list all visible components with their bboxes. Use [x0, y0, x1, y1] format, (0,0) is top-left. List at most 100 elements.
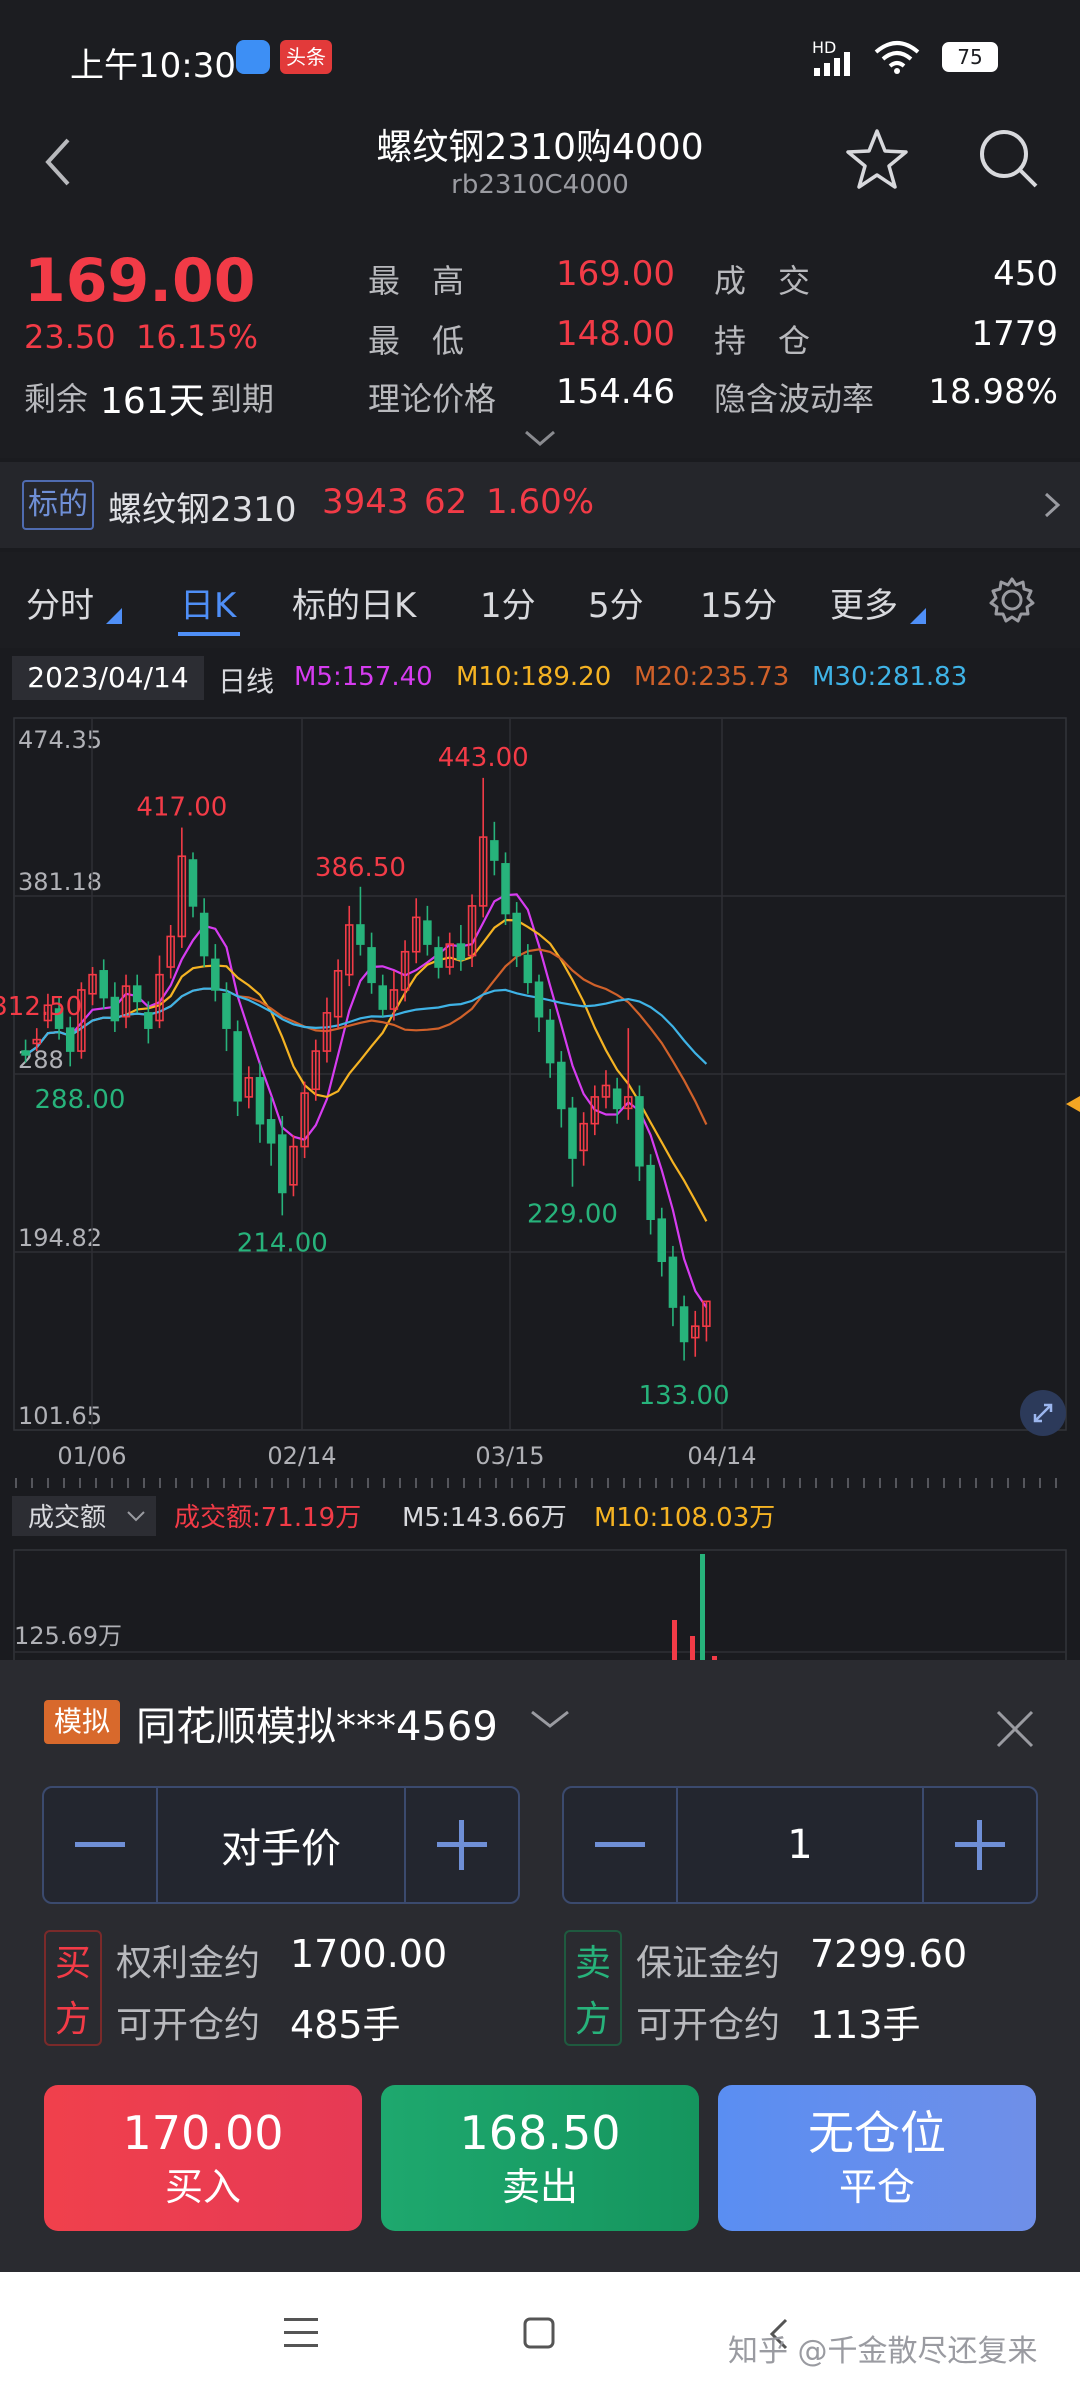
candle-body	[679, 1306, 689, 1343]
candle-body	[21, 1050, 30, 1056]
candle-body	[233, 1031, 242, 1102]
sell-tag-char-1: 卖	[574, 1943, 611, 1984]
volume-m10-label: M10:108.03万	[594, 1503, 775, 1533]
gear-icon[interactable]	[988, 576, 1036, 624]
price-change: 23.50	[24, 318, 116, 356]
expand-chevron-icon[interactable]	[522, 426, 558, 450]
tab-underlying-daily-k[interactable]: 标的日K	[292, 578, 416, 627]
search-icon[interactable]	[976, 126, 1042, 192]
tab-1min[interactable]: 1分	[480, 578, 536, 627]
iv-value: 18.98%	[928, 372, 1058, 412]
fullscreen-button[interactable]	[1020, 1390, 1066, 1436]
quantity-plus-button[interactable]	[922, 1788, 1036, 1902]
sell-price: 168.50	[459, 2106, 621, 2160]
close-position-button[interactable]: 无仓位 平仓	[718, 2085, 1036, 2231]
candle-body	[423, 920, 432, 945]
price-plus-button[interactable]	[404, 1788, 518, 1902]
tab-15min[interactable]: 15分	[700, 578, 777, 627]
candle-body	[512, 912, 521, 957]
account-name[interactable]: 同花顺模拟***4569	[136, 1694, 498, 1752]
volume-bar	[690, 1636, 695, 1660]
page-title: 螺纹钢2310购4000	[376, 127, 704, 168]
candle-body	[188, 859, 198, 907]
underlying-tag: 标的	[22, 480, 94, 530]
ma5-label: M5:157.40	[294, 662, 433, 692]
chart-date: 2023/04/14	[12, 656, 204, 700]
quote-panel: 169.00 23.50 16.15% 剩余 161天 到期 最 高 169.0…	[0, 228, 1080, 458]
kline-chart[interactable]: 474.35381.18288194.82101.6501/06 02/14 03/…	[0, 706, 1080, 1660]
current-price-marker	[1066, 1096, 1080, 1112]
candle-body	[668, 1256, 678, 1308]
y-tick-label: 194.82	[18, 1224, 102, 1252]
simulation-tag: 模拟	[44, 1700, 120, 1744]
candle-body	[132, 985, 142, 1003]
toutiao-badge: 头条	[280, 40, 332, 74]
kline-chart-area: 2023/04/14 日线 M5:157.40 M10:189.20 M20:2…	[0, 650, 1080, 1660]
top-bar: 螺纹钢2310购4000 rb2310C4000	[0, 118, 1080, 228]
candle-body	[65, 1027, 75, 1052]
account-dropdown-icon[interactable]	[528, 1706, 572, 1732]
premium-value: 1700.00	[290, 1932, 448, 1976]
volume-label: 成交额	[28, 1503, 106, 1533]
price-minus-button[interactable]	[44, 1788, 158, 1902]
signal-icon	[814, 52, 850, 76]
candle-body	[99, 970, 108, 999]
volume-value: 450	[993, 254, 1058, 294]
oi-value: 1779	[971, 314, 1058, 354]
underlying-change: 62	[424, 482, 468, 522]
underlying-row[interactable]: 标的 螺纹钢2310 3943 62 1.60%	[0, 462, 1080, 548]
price-annotation: 229.00	[527, 1200, 618, 1230]
underlying-name: 螺纹钢2310	[108, 490, 297, 530]
app-icon	[236, 40, 270, 74]
x-tick-label: 04/14	[687, 1442, 756, 1470]
price-mode[interactable]: 对手价	[158, 1788, 404, 1902]
candle-body	[255, 1077, 265, 1125]
buy-button[interactable]: 170.00 买入	[44, 2085, 362, 2231]
candle-body	[501, 863, 510, 915]
menu-icon[interactable]	[284, 2316, 324, 2352]
buy-side-tag: 买 方	[44, 1930, 102, 2046]
sell-tag-char-2: 方	[574, 1999, 611, 2040]
price-annotation: 443.00	[438, 743, 529, 773]
tab-5min[interactable]: 5分	[588, 578, 644, 627]
tab-more[interactable]: 更多	[830, 578, 898, 627]
price-annotation: 214.00	[237, 1228, 328, 1258]
star-icon[interactable]	[844, 126, 910, 192]
low-label: 最 低	[368, 322, 465, 360]
close-icon[interactable]	[992, 1706, 1038, 1752]
high-label: 最 高	[368, 262, 465, 300]
candle-body	[612, 1088, 622, 1110]
x-tick-label: 03/15	[475, 1442, 544, 1470]
chevron-right-icon	[1044, 492, 1061, 518]
fullscreen-icon	[1033, 1403, 1053, 1423]
last-price: 169.00	[24, 246, 256, 316]
underlying-price: 3943	[322, 482, 409, 522]
price-change-pct: 16.15%	[136, 318, 259, 356]
candle-body	[557, 1061, 566, 1110]
y-tick-label: 474.35	[18, 726, 102, 754]
minus-icon	[595, 1842, 645, 1847]
back-icon[interactable]	[40, 134, 76, 190]
buy-tag-char-1: 买	[54, 1943, 91, 1984]
more-dropdown-icon	[910, 608, 926, 624]
x-tick-label: 02/14	[267, 1442, 336, 1470]
home-icon[interactable]	[522, 2316, 558, 2352]
tab-daily-k[interactable]: 日K	[180, 578, 236, 627]
candle-body	[568, 1107, 577, 1159]
margin-label: 保证金约	[636, 1943, 781, 1984]
remaining-days: 161天	[100, 381, 205, 422]
ma30-label: M30:281.83	[812, 662, 968, 692]
price-annotation: 312.50	[0, 992, 82, 1022]
price-annotation: 133.00	[639, 1381, 730, 1411]
buy-open-label: 可开仓约	[116, 2005, 261, 2046]
volume-value-label: 成交额:71.19万	[174, 1503, 361, 1533]
quantity-value[interactable]: 1	[678, 1788, 922, 1902]
period-tabs: 分时 日K 标的日K 1分 5分 15分 更多	[0, 552, 1080, 648]
remaining-label: 剩余	[24, 380, 89, 418]
quantity-minus-button[interactable]	[564, 1788, 678, 1902]
sell-button[interactable]: 168.50 卖出	[381, 2085, 699, 2231]
buy-price: 170.00	[122, 2106, 284, 2160]
candle-body	[523, 954, 533, 984]
tab-timeshare[interactable]: 分时	[26, 578, 94, 627]
theory-label: 理论价格	[368, 380, 497, 418]
